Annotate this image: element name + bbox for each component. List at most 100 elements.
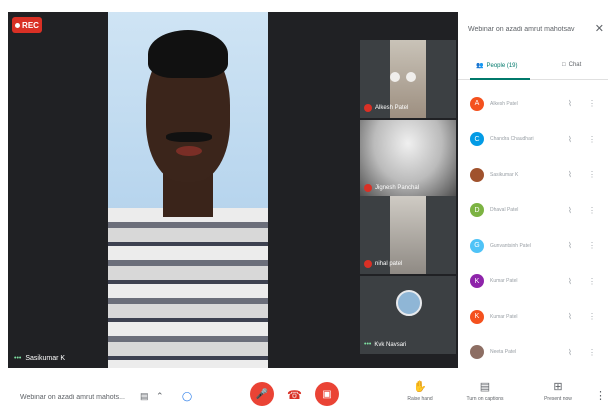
main-speaker-video xyxy=(108,12,268,368)
tile-name: Jignesh Panchal xyxy=(364,184,419,192)
more-options-icon[interactable]: ⋮ xyxy=(588,170,596,179)
participant-tile[interactable]: Jignesh Panchal xyxy=(360,120,456,198)
people-panel: Webinar on azadi amrut mahotsav ✕ 👥 Peop… xyxy=(458,12,608,368)
tile-name-label: nihal patel xyxy=(375,261,403,267)
avatar: G xyxy=(470,238,484,253)
active-tab-indicator xyxy=(470,78,530,80)
more-options-icon[interactable]: ⋮ xyxy=(588,135,596,144)
phone-icon: ☎ xyxy=(287,388,302,402)
hand-icon: ✋ xyxy=(413,381,427,393)
captions-button[interactable]: ▤ Turn on captions xyxy=(460,380,510,402)
participant-tile[interactable]: ••• Kvk Navsari xyxy=(360,276,456,354)
participant-row[interactable]: A Alkesh Patel ⌇ ⋮ xyxy=(458,86,608,122)
main-speaker-name: ••• Sasikumar K xyxy=(14,355,65,362)
mic-off-button[interactable]: 🎤 xyxy=(250,382,274,406)
meet-window: REC ••• Sasikumar K Alkesh Patel Jignesh… xyxy=(0,0,608,419)
present-button[interactable]: ⊞ Present now xyxy=(533,380,583,402)
chevron-up-icon[interactable]: ⌃ xyxy=(156,391,164,402)
more-options-icon[interactable]: ⋮ xyxy=(588,312,596,321)
chat-icon: □ xyxy=(562,62,566,68)
mic-off-icon xyxy=(364,184,372,192)
mic-off-icon xyxy=(364,260,372,268)
recording-badge: REC xyxy=(12,17,42,33)
hang-up-button[interactable]: ☎ xyxy=(287,388,302,402)
tile-name: ••• Kvk Navsari xyxy=(364,341,406,348)
tile-controls xyxy=(390,72,416,82)
avatar: K xyxy=(470,274,484,289)
captions-icon: ▤ xyxy=(479,381,491,393)
bottom-bar: Webinar on azadi amrut mahots... ▤ ⌃ ◯ 🎤… xyxy=(0,372,608,419)
mic-icon[interactable]: ⌇ xyxy=(568,135,572,144)
more-options-icon[interactable]: ⋮ xyxy=(588,99,596,108)
mic-icon[interactable]: ⌇ xyxy=(568,348,572,357)
camera-off-button[interactable]: ▣ xyxy=(315,382,339,406)
meeting-details-icon[interactable]: ▤ xyxy=(140,391,149,402)
audio-wave-icon: ••• xyxy=(364,341,372,348)
mic-off-icon xyxy=(364,104,372,112)
mic-icon[interactable]: ⌇ xyxy=(568,170,572,179)
main-speaker-label: Sasikumar K xyxy=(25,355,66,362)
tab-chat-label: Chat xyxy=(568,62,582,68)
audio-wave-icon: ••• xyxy=(14,355,22,362)
mic-icon[interactable]: ⌇ xyxy=(568,277,572,286)
avatar xyxy=(470,167,484,182)
close-icon[interactable]: ✕ xyxy=(595,22,604,35)
tab-chat[interactable]: □ Chat xyxy=(562,62,581,68)
record-dot-icon xyxy=(15,22,21,28)
present-label: Present now xyxy=(544,396,572,402)
mic-icon[interactable]: ⌇ xyxy=(568,241,572,250)
more-icon[interactable] xyxy=(406,72,416,82)
tile-name-label: Jignesh Panchal xyxy=(375,185,420,191)
mic-icon[interactable]: ⌇ xyxy=(568,99,572,108)
tile-name: Alkesh Patel xyxy=(364,104,408,112)
more-options-icon[interactable]: ⋮ xyxy=(595,389,606,402)
mustache xyxy=(166,132,212,142)
raise-hand-label: Raise hand xyxy=(407,396,433,402)
participant-row[interactable]: K Kumar Patel ⌇ ⋮ xyxy=(458,264,608,300)
participant-tile[interactable]: nihal patel xyxy=(360,196,456,274)
camera-off-icon: ▣ xyxy=(322,388,332,400)
video-stage: REC ••• Sasikumar K Alkesh Patel Jignesh… xyxy=(8,12,458,368)
participant-name: Kumar Patel xyxy=(490,278,518,285)
participant-name: Dhaval Patel xyxy=(490,207,519,214)
tile-name: nihal patel xyxy=(364,260,402,268)
mic-icon[interactable]: ⌇ xyxy=(568,312,572,321)
panel-tabs: 👥 People (19) □ Chat xyxy=(458,56,608,80)
present-icon: ⊞ xyxy=(553,381,563,393)
participant-name: Chandra Chaudhari xyxy=(490,136,534,143)
mouth xyxy=(176,146,202,156)
meeting-title: Webinar on azadi amrut mahots... xyxy=(20,394,125,401)
more-options-icon[interactable]: ⋮ xyxy=(588,241,596,250)
rec-label: REC xyxy=(22,20,39,30)
participant-row[interactable]: C Chandra Chaudhari ⌇ ⋮ xyxy=(458,122,608,158)
avatar xyxy=(470,345,484,360)
tab-people-label: People (19) xyxy=(486,62,518,69)
participant-row[interactable]: Sasikumar K ⌇ ⋮ xyxy=(458,157,608,193)
tab-people[interactable]: 👥 People (19) xyxy=(476,62,518,70)
raise-hand-button[interactable]: ✋ Raise hand xyxy=(395,380,445,402)
participant-list: A Alkesh Patel ⌇ ⋮ C Chandra Chaudhari ⌇ ⋮ Sasik… xyxy=(458,86,608,370)
more-options-icon[interactable]: ⋮ xyxy=(588,348,596,357)
mic-icon[interactable]: ⌇ xyxy=(568,206,572,215)
more-options-icon[interactable]: ⋮ xyxy=(588,206,596,215)
avatar: K xyxy=(470,309,484,324)
avatar: C xyxy=(470,132,484,147)
more-options-icon[interactable]: ⋮ xyxy=(588,277,596,286)
participant-name: Gunvantsinh Patel xyxy=(490,242,531,249)
panel-title: Webinar on azadi amrut mahotsav xyxy=(468,26,575,33)
shield-icon[interactable]: ◯ xyxy=(182,391,192,402)
avatar: A xyxy=(470,96,484,111)
people-icon: 👥 xyxy=(476,63,484,69)
participant-name: Neeta Patel xyxy=(490,349,517,356)
participant-row[interactable]: Neeta Patel ⌇ ⋮ xyxy=(458,335,608,371)
participant-row[interactable]: D Dhaval Patel ⌇ ⋮ xyxy=(458,193,608,229)
participant-name: Kumar Patel xyxy=(490,313,518,320)
avatar: D xyxy=(470,203,484,218)
participant-row[interactable]: K Kumar Patel ⌇ ⋮ xyxy=(458,299,608,335)
avatar xyxy=(396,290,422,316)
participant-tile[interactable]: Alkesh Patel xyxy=(360,40,456,118)
hair xyxy=(148,30,228,78)
pin-icon[interactable] xyxy=(390,72,400,82)
participant-row[interactable]: G Gunvantsinh Patel ⌇ ⋮ xyxy=(458,228,608,264)
participant-name: Alkesh Patel xyxy=(490,100,518,107)
